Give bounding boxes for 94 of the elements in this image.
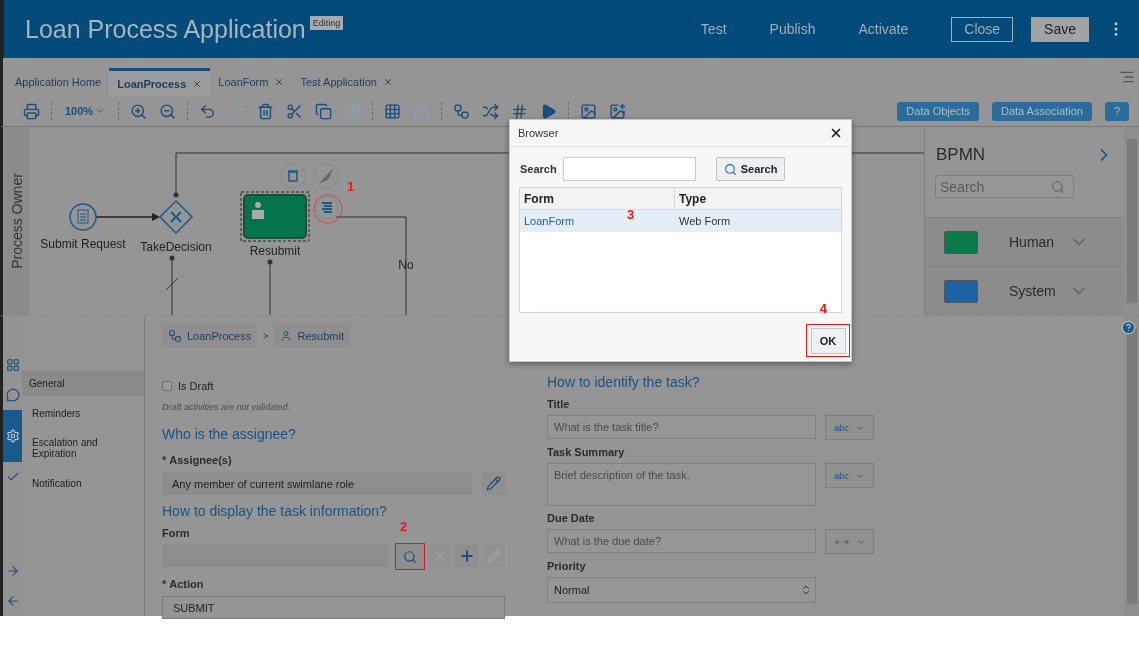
step-number: 4 <box>819 301 827 316</box>
zoom-dropdown[interactable]: 100% <box>57 105 114 117</box>
text-field[interactable]: What is the due date? <box>547 529 816 553</box>
assignee-field[interactable]: Any member of current swimlane role <box>162 472 472 495</box>
nav-item[interactable]: Reminders <box>22 400 144 426</box>
scrollbar[interactable] <box>1124 127 1139 315</box>
search-icon <box>723 162 737 176</box>
scrollbar[interactable] <box>1124 316 1139 616</box>
toolbar-button[interactable]: Data Objects <box>897 101 979 121</box>
header-link[interactable]: Publish <box>769 21 816 37</box>
text-mode-button[interactable]: abc <box>825 463 874 488</box>
search-field[interactable]: Search <box>935 175 1074 199</box>
column-header: Form <box>520 188 675 209</box>
search-field[interactable] <box>562 157 696 181</box>
node-label: Submit Request <box>40 237 126 251</box>
sequence-flow <box>267 259 273 315</box>
close-icon[interactable] <box>829 126 843 140</box>
checkbox[interactable] <box>162 381 172 391</box>
search-button[interactable]: Search <box>715 157 786 181</box>
field-label: Priority <box>547 560 587 572</box>
palette-item[interactable]: Human <box>925 217 1124 267</box>
delete-icon[interactable] <box>280 163 306 189</box>
process-icon <box>168 328 182 343</box>
text-field[interactable]: What is the task title? <box>547 415 816 439</box>
save-button[interactable]: Save <box>1031 16 1089 42</box>
required-mark: * <box>162 454 167 466</box>
editor-tab[interactable]: Application Home <box>7 68 110 96</box>
step-number: 3 <box>627 207 635 222</box>
section-heading: How to identify the task? <box>547 374 701 390</box>
header-link[interactable]: Test <box>700 21 727 37</box>
ok-button[interactable]: OK <box>810 327 846 354</box>
column-header: Type <box>678 190 708 208</box>
required-mark: * <box>162 578 167 590</box>
flow-label: No <box>398 258 414 272</box>
header-link[interactable]: Activate <box>858 21 909 37</box>
app-title: Loan Process Application <box>25 14 306 44</box>
pencil-icon <box>486 476 501 491</box>
expression-icon <box>833 537 850 546</box>
user-task-icon[interactable] <box>240 191 310 242</box>
editor-tab[interactable]: LoanForm <box>210 68 293 96</box>
field-label: Assignee(s) <box>169 454 232 466</box>
action-field[interactable]: SUBMIT <box>162 596 505 619</box>
task-icon <box>280 329 293 342</box>
highlight-circle <box>313 194 343 224</box>
node-label: Resubmit <box>249 244 301 258</box>
edit-button[interactable] <box>482 472 505 495</box>
gateway-icon[interactable] <box>158 199 194 235</box>
toolbar-button[interactable]: Data Association <box>991 101 1092 121</box>
spinner-icon <box>800 584 812 596</box>
node-label: TakeDecision <box>140 240 212 254</box>
editor-tab[interactable]: LoanProcess <box>109 68 211 96</box>
search-label: Search <box>520 163 557 175</box>
palette-title: BPMN <box>936 145 986 165</box>
plus-icon <box>458 547 475 564</box>
text-mode-button[interactable]: abc <box>825 415 874 440</box>
breadcrumb-item[interactable]: Resubmit <box>274 323 350 348</box>
breadcrumb-item[interactable]: LoanProcess <box>162 323 258 348</box>
helper-text: Draft activities are not validated. <box>162 402 292 412</box>
search-icon <box>403 549 417 564</box>
field-label: Task Summary <box>547 446 626 458</box>
step-number: 2 <box>400 519 408 534</box>
caret-icon <box>95 106 106 116</box>
properties-icon[interactable] <box>315 196 339 220</box>
search-icon <box>1051 179 1065 194</box>
close-button[interactable]: Close <box>951 16 1014 42</box>
lane-label: Process Owner <box>8 173 25 269</box>
dialog-title: Browser <box>518 127 559 139</box>
breadcrumb-separator: > <box>263 330 269 341</box>
field-label: Due Date <box>547 512 596 524</box>
menu-icon[interactable] <box>1119 69 1135 85</box>
draft-checkbox[interactable]: Is Draft <box>162 380 505 392</box>
section-heading: How to display the task information? <box>162 503 388 519</box>
add-button[interactable] <box>455 544 478 567</box>
nav-item[interactable]: Escalation and Expiration <box>22 430 144 466</box>
field-label: Form <box>162 527 191 539</box>
expression-mode-button[interactable] <box>825 529 874 554</box>
field-label: Title <box>547 398 571 410</box>
text-area[interactable]: Brief description of the task. <box>547 463 816 506</box>
palette-item[interactable]: System <box>925 266 1124 315</box>
sequence-flow <box>165 255 179 315</box>
table-cell-text: Web Form <box>678 214 732 229</box>
step-number: 1 <box>347 179 355 194</box>
editor-tab[interactable]: Test Application <box>292 68 401 96</box>
priority-select[interactable]: Normal <box>547 577 816 603</box>
start-event-icon[interactable] <box>69 203 97 231</box>
nav-item[interactable]: General <box>22 370 144 396</box>
settings-icon[interactable] <box>3 410 22 462</box>
sequence-flow <box>95 213 160 221</box>
search-button[interactable] <box>396 544 424 569</box>
field-label: Action <box>169 578 204 590</box>
help-button[interactable]: ? <box>1104 101 1129 121</box>
editing-badge: Editing <box>309 16 344 30</box>
section-heading: Who is the assignee? <box>162 426 297 442</box>
nav-item[interactable]: Notification <box>22 470 144 496</box>
